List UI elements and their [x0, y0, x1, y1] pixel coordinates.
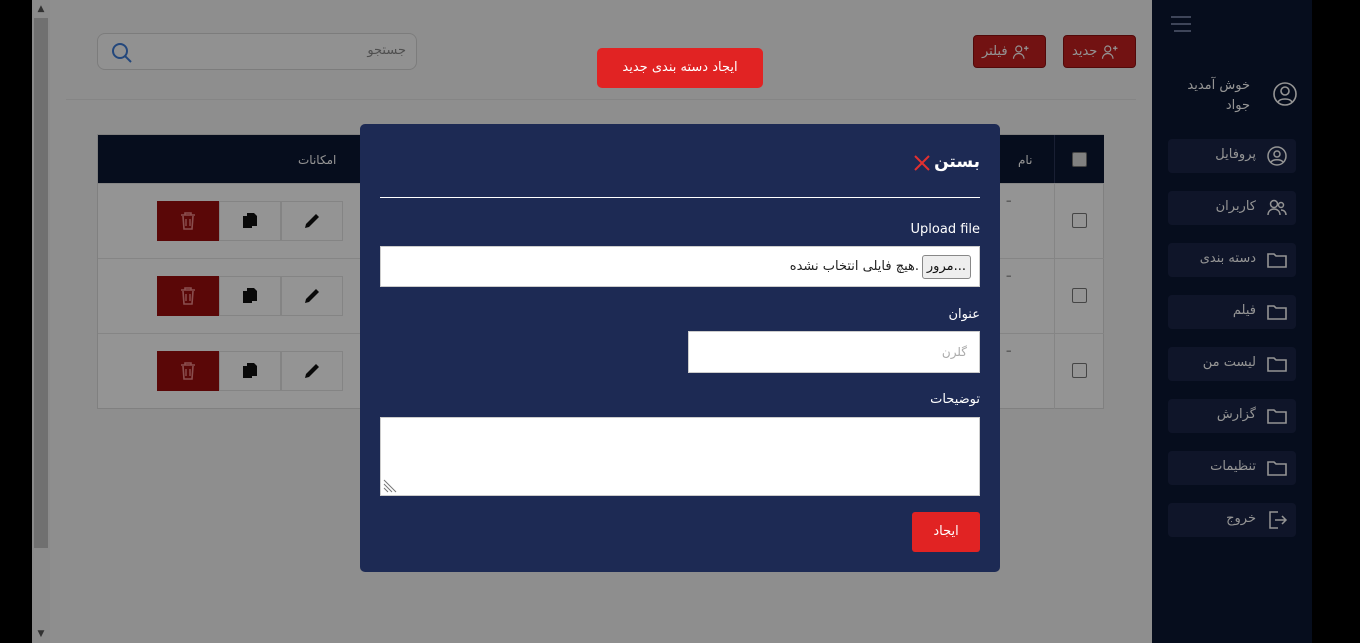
file-upload-input[interactable]: مرور... هیچ فایلی انتخاب نشده.	[380, 246, 980, 287]
close-icon[interactable]	[912, 153, 932, 173]
description-label: توضیحات	[930, 392, 980, 407]
toast-notification: ایجاد دسته بندی جدید	[597, 48, 763, 88]
create-category-modal: بستن Upload file مرور... هیچ فایلی انتخا…	[360, 124, 1000, 572]
description-textarea[interactable]	[380, 417, 980, 496]
create-button[interactable]: ایجاد	[912, 512, 980, 552]
modal-close-label[interactable]: بستن	[934, 152, 980, 172]
title-field[interactable]: گلرن	[688, 331, 980, 373]
title-label: عنوان	[948, 307, 980, 322]
window-margin	[1312, 0, 1360, 643]
upload-file-label: Upload file	[910, 222, 980, 237]
file-status-text: هیچ فایلی انتخاب نشده.	[789, 259, 919, 274]
resize-grip-icon[interactable]	[383, 479, 397, 493]
browse-button[interactable]: مرور...	[921, 255, 971, 279]
title-placeholder: گلرن	[941, 345, 967, 359]
modal-divider	[380, 197, 980, 198]
